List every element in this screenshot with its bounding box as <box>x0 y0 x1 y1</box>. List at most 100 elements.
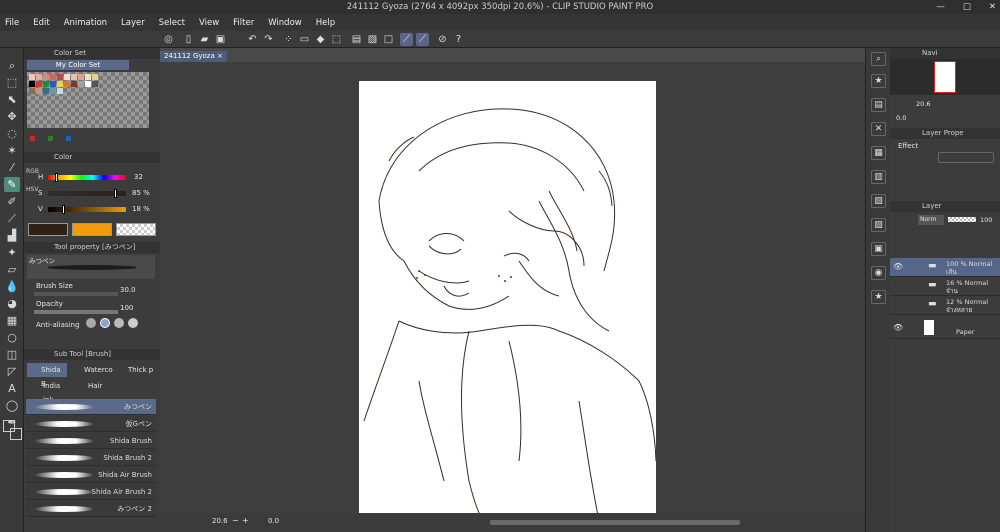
snap-grid-icon[interactable]: ⊘ <box>436 33 449 46</box>
help-icon[interactable]: ? <box>452 33 465 46</box>
color-swatch[interactable] <box>43 88 49 94</box>
value-slider-handle[interactable] <box>62 205 66 214</box>
zoom-in-icon[interactable]: + <box>242 516 249 525</box>
menu-window[interactable]: Window <box>268 18 302 28</box>
ruler-icon[interactable]: ◸ <box>4 364 20 379</box>
auto-action-icon[interactable]: ▣ <box>871 242 886 256</box>
layer-row[interactable]: 👁 ▬ 100 % Normal เส้น <box>890 258 1000 277</box>
blend-icon[interactable]: 💧 <box>4 279 20 294</box>
color-swatch[interactable] <box>36 81 42 87</box>
aa-mid-icon[interactable] <box>114 318 124 328</box>
brush-icon[interactable]: ⟋ <box>4 211 20 226</box>
airbrush-icon[interactable]: ▟ <box>4 228 20 243</box>
color-swatch[interactable] <box>50 74 56 80</box>
balloon-icon[interactable]: ◯ <box>4 398 20 413</box>
close-document-icon[interactable]: × <box>217 52 223 60</box>
minimize-button[interactable]: — <box>936 0 945 14</box>
move-icon[interactable]: ✥ <box>4 109 20 124</box>
zoom-out-icon[interactable]: − <box>232 516 239 525</box>
animation-icon[interactable]: ▧ <box>871 194 886 208</box>
redo-icon[interactable]: ↷ <box>262 33 275 46</box>
transparent-color-box[interactable] <box>116 223 156 236</box>
history-icon[interactable]: ▦ <box>871 146 886 160</box>
eyedropper-icon[interactable]: ⁄ <box>4 160 20 175</box>
sub-tool-item[interactable]: みつペン <box>26 399 156 415</box>
tool-property-tab[interactable]: Tool property [みつペン] <box>24 242 160 253</box>
menu-file[interactable]: File <box>5 18 19 28</box>
horizontal-scrollbar[interactable] <box>490 520 740 525</box>
blend-mode-dropdown[interactable]: Norm <box>918 215 944 225</box>
brush-size-value[interactable]: 30.0 <box>120 286 136 294</box>
zoom-icon[interactable]: ⌕ <box>4 58 20 73</box>
fill-icon[interactable]: ◆ <box>314 33 327 46</box>
color-swatch[interactable] <box>29 88 35 94</box>
effect-buttons[interactable] <box>938 152 994 163</box>
sub-tool-item[interactable]: Shida Brush <box>26 433 156 449</box>
navigator-angle[interactable]: 0.0 <box>896 114 906 122</box>
color-swatch[interactable] <box>50 88 56 94</box>
bottom-color-2[interactable] <box>48 136 53 141</box>
layer-row[interactable]: ▬ 16 % Normal จ๋าน <box>890 277 1000 296</box>
layer-tab[interactable]: Layer <box>890 201 1000 212</box>
color-swatch[interactable] <box>50 81 56 87</box>
main-color-box[interactable] <box>28 223 68 236</box>
color-set-swatches[interactable] <box>27 72 149 128</box>
layer-search-icon[interactable]: ✕ <box>871 122 886 136</box>
color-swatch[interactable] <box>92 81 98 87</box>
canvas-background[interactable] <box>160 62 865 521</box>
figure-icon[interactable]: ○ <box>4 330 20 345</box>
color-swatch[interactable] <box>85 74 91 80</box>
sub-tool-item[interactable]: Shida Air Brush <box>26 467 156 483</box>
value-slider[interactable] <box>48 205 126 214</box>
aa-strong-icon[interactable] <box>128 318 138 328</box>
clip-studio-icon[interactable]: ◎ <box>162 33 175 46</box>
opacity-slider[interactable] <box>34 310 118 314</box>
operation-icon[interactable]: ⬉ <box>4 92 20 107</box>
lasso-icon[interactable]: ◌ <box>4 126 20 141</box>
sub-color-box[interactable] <box>72 223 112 236</box>
drawing-canvas[interactable] <box>359 81 656 521</box>
color-set-tab[interactable]: Color Set <box>24 48 160 59</box>
save-icon[interactable]: ▣ <box>214 33 227 46</box>
color-tab[interactable]: Color <box>24 152 160 163</box>
sub-tool-group-2[interactable]: Waterco <box>70 363 113 377</box>
fill-bucket-icon[interactable]: ◕ <box>4 296 20 311</box>
text-icon[interactable]: A <box>4 381 20 396</box>
sub-tool-group-4[interactable]: India ink <box>27 379 71 404</box>
aa-none-icon[interactable] <box>86 318 96 328</box>
sub-tool-tab[interactable]: Sub Tool [Brush] <box>24 349 160 360</box>
color-swatch[interactable] <box>85 81 91 87</box>
eye-icon[interactable]: 👁 <box>893 323 903 332</box>
sub-tool-item[interactable]: Shida Brush 2 <box>26 450 156 466</box>
bottom-color-1[interactable] <box>30 136 35 141</box>
menu-animation[interactable]: Animation <box>64 18 107 28</box>
clear-selection-icon[interactable]: ▧ <box>366 33 379 46</box>
frame-icon[interactable]: ◫ <box>4 347 20 362</box>
color-swatch[interactable] <box>43 81 49 87</box>
layer-opacity-slider[interactable] <box>948 217 976 222</box>
pencil-icon[interactable]: ✐ <box>4 194 20 209</box>
material-icon[interactable]: ▤ <box>871 98 886 112</box>
brush-size-slider[interactable] <box>34 292 118 296</box>
layer-opacity-value[interactable]: 100 <box>980 216 992 224</box>
color-swatch[interactable] <box>78 81 84 87</box>
menu-view[interactable]: View <box>199 18 219 28</box>
gradient-icon[interactable]: ▦ <box>4 313 20 328</box>
timeline-icon[interactable]: ▨ <box>871 218 886 232</box>
item-bank-icon[interactable]: ▥ <box>871 170 886 184</box>
navigator-preview[interactable] <box>890 59 1000 95</box>
navigator-icon[interactable]: ⌕ <box>871 52 886 66</box>
transform-icon[interactable]: ⬚ <box>330 33 343 46</box>
color-swatch[interactable] <box>78 74 84 80</box>
color-swatch[interactable] <box>57 74 63 80</box>
document-tab[interactable]: 241112 Gyoza × <box>160 51 227 62</box>
hue-slider-handle[interactable] <box>55 173 59 182</box>
menu-edit[interactable]: Edit <box>33 18 49 28</box>
color-swatch[interactable] <box>92 74 98 80</box>
snap-ruler-icon[interactable]: ⟋ <box>400 33 413 46</box>
snap-special-ruler-icon[interactable]: ⟋ <box>416 33 429 46</box>
color-swatch[interactable] <box>29 74 35 80</box>
menu-help[interactable]: Help <box>316 18 335 28</box>
menu-filter[interactable]: Filter <box>233 18 254 28</box>
eye-icon[interactable]: 👁 <box>893 262 903 271</box>
